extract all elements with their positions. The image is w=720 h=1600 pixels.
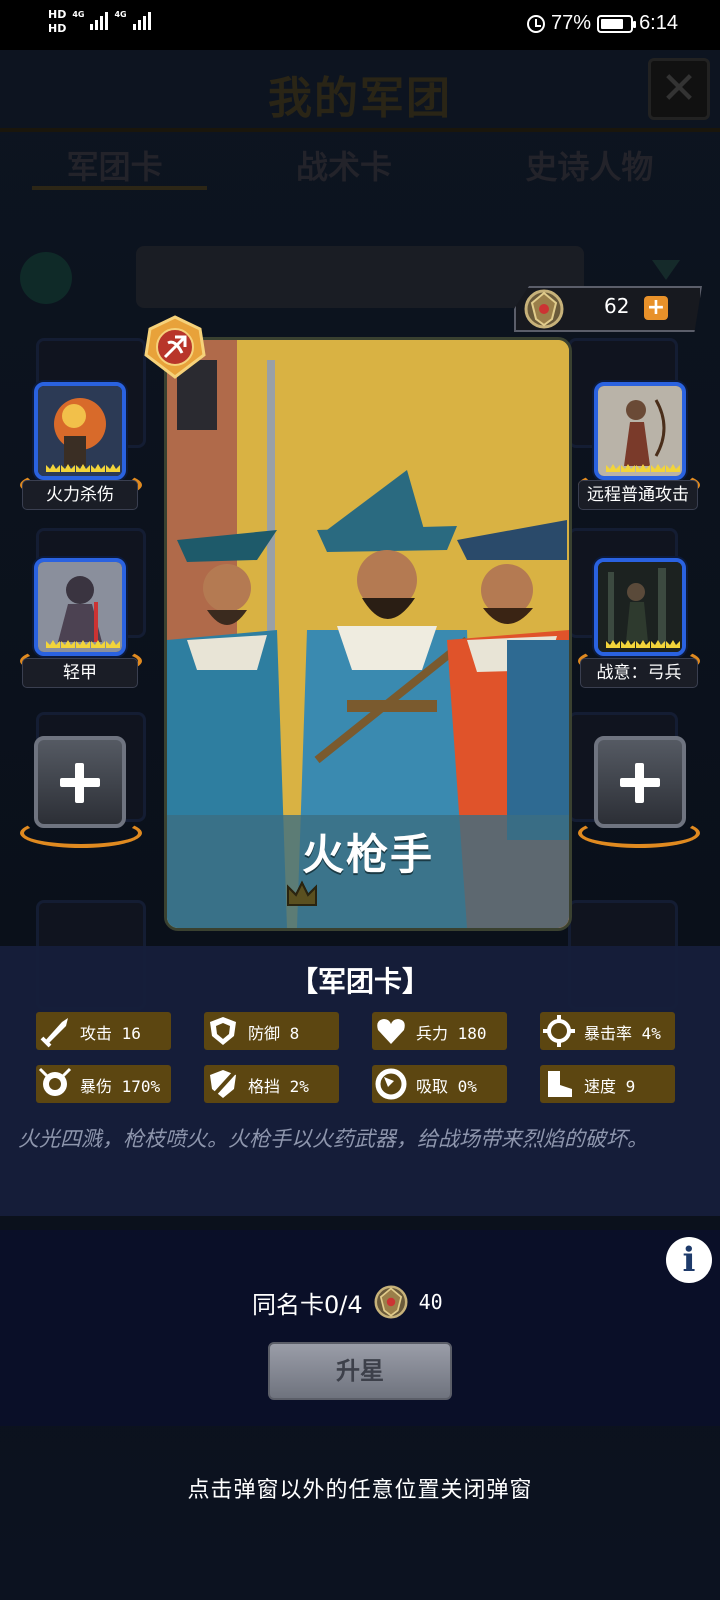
tab-bar: 军团卡 战术卡 史诗人物	[0, 142, 720, 188]
page-title: 我的军团	[268, 73, 452, 124]
upgrade-cost: 40	[418, 1290, 443, 1314]
close-hint: 点击弹窗以外的任意位置关闭弹窗	[187, 1478, 533, 1503]
emblem-icon	[374, 1285, 408, 1319]
skill-crowns	[44, 638, 120, 650]
close-icon[interactable]: ✕	[648, 58, 710, 120]
battery-icon	[597, 14, 637, 33]
skill-crowns	[44, 462, 120, 474]
hd-label-2: HD	[48, 22, 67, 35]
ranged-class-badge-icon	[144, 315, 206, 379]
stat-item: 防御 8	[204, 1012, 339, 1050]
stat-text: 暴伤 170%	[80, 1077, 161, 1096]
status-bar: HD HD 4G 4G 77% 6:14	[0, 0, 720, 50]
tab-epic-heroes[interactable]: 史诗人物	[525, 142, 653, 188]
battery-percent: 77%	[551, 12, 592, 34]
duplicate-card-row: 同名卡0/4 40	[252, 1280, 443, 1324]
stat-item: 攻击 16	[36, 1012, 171, 1050]
status-right: 77% 6:14	[527, 12, 678, 35]
hd-label-1: HD	[48, 8, 67, 21]
skill-label-right-2: 战意：弓兵	[580, 658, 698, 688]
network-type-1: 4G	[72, 10, 85, 19]
crown-empty-icon	[287, 880, 317, 906]
star-up-button[interactable]: 升星	[268, 1342, 452, 1400]
skill-crowns	[604, 638, 680, 650]
boot-icon	[548, 1071, 572, 1097]
stat-item: 吸取 0%	[372, 1065, 507, 1103]
stat-item: 暴伤 170%	[36, 1065, 171, 1103]
burst-icon	[38, 1067, 72, 1096]
skill-slot-right-1[interactable]	[594, 382, 686, 480]
active-tab-indicator	[32, 186, 207, 190]
emblem-icon	[524, 289, 564, 329]
stat-text: 暴击率 4%	[584, 1024, 661, 1043]
stat-text: 攻击 16	[80, 1024, 141, 1043]
stat-text: 防御 8	[248, 1024, 300, 1043]
add-currency-button[interactable]: +	[644, 296, 668, 320]
currency-value: 62	[604, 294, 630, 318]
add-skill-button-right[interactable]	[594, 736, 686, 828]
parry-icon	[210, 1070, 236, 1098]
header-divider	[0, 128, 720, 132]
card-description: 火光四溅，枪枝喷火。火枪手以火药武器，给战场带来烈焰的破坏。	[18, 1127, 648, 1151]
tab-legion-cards[interactable]: 军团卡	[67, 142, 163, 188]
unit-name: 火枪手	[301, 830, 434, 879]
unit-card: 火枪手	[164, 337, 572, 931]
sort-icon[interactable]	[652, 260, 680, 280]
skill-label-left-1: 火力杀伤	[22, 480, 138, 510]
card-type-label: 【军团卡】	[289, 965, 430, 998]
skill-slot-right-2[interactable]	[594, 558, 686, 656]
heart-icon	[377, 1019, 405, 1044]
network-indicators: HD HD 4G 4G	[48, 8, 151, 36]
stat-text: 吸取 0%	[416, 1077, 477, 1096]
stat-item: 格挡 2%	[204, 1065, 339, 1103]
skill-label-right-1: 远程普通攻击	[578, 480, 698, 510]
search-input[interactable]	[136, 246, 584, 308]
signal-icon-2	[132, 8, 151, 30]
network-type-2: 4G	[114, 10, 127, 19]
stat-text: 速度 9	[584, 1077, 636, 1096]
skill-label-left-2: 轻甲	[22, 658, 138, 688]
card-info-panel: 【军团卡】 攻击 16 防御 8 兵力 180 暴击率 4% 暴伤 170% 格挡 2% 吸…	[0, 946, 720, 1216]
absorb-icon	[375, 1068, 407, 1100]
stat-item: 速度 9	[540, 1065, 675, 1103]
skill-crowns	[604, 462, 680, 474]
skill-slot-left-1[interactable]	[34, 382, 126, 480]
alarm-icon	[527, 14, 546, 33]
crosshair-icon	[543, 1015, 575, 1047]
clock: 6:14	[639, 12, 678, 34]
duplicate-card-count: 同名卡0/4	[252, 1290, 363, 1319]
stat-item: 兵力 180	[372, 1012, 507, 1050]
sword-icon	[40, 1018, 68, 1048]
stat-text: 格挡 2%	[248, 1077, 309, 1096]
list-icon[interactable]	[20, 252, 72, 304]
info-icon[interactable]: i	[666, 1237, 712, 1283]
tab-tactic-cards[interactable]: 战术卡	[296, 142, 392, 188]
signal-icon	[90, 8, 109, 30]
battery-fill	[601, 18, 623, 29]
shield-icon	[210, 1017, 236, 1045]
skill-slot-left-2[interactable]	[34, 558, 126, 656]
stat-text: 兵力 180	[416, 1024, 487, 1043]
stat-item: 暴击率 4%	[540, 1012, 675, 1050]
add-skill-button-left[interactable]	[34, 736, 126, 828]
card-name-band: 火枪手	[167, 815, 569, 928]
